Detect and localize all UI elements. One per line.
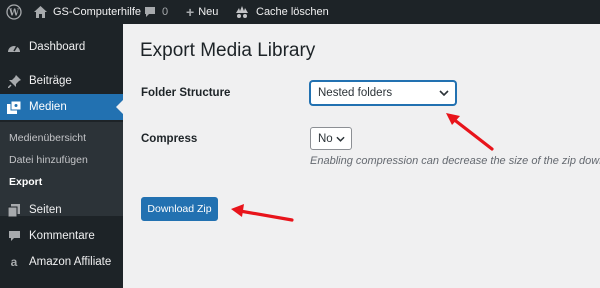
sidebar-item-posts[interactable]: Beiträge: [0, 68, 123, 94]
sidebar-item-pages[interactable]: Seiten: [0, 197, 123, 223]
comments-count: 0: [162, 6, 169, 18]
annotation-arrow-icon: [231, 204, 294, 222]
comment-icon: [7, 229, 21, 243]
folder-structure-label: Folder Structure: [141, 87, 231, 99]
compress-select[interactable]: No: [310, 127, 352, 150]
amazon-icon: a: [10, 255, 18, 269]
new-content-link[interactable]: + Neu: [186, 0, 218, 24]
site-name: GS-Computerhilfe: [53, 6, 142, 18]
home-icon: [34, 6, 47, 18]
dashboard-icon: [7, 40, 21, 54]
sidebar-item-label: Medien: [29, 101, 67, 113]
sidebar-item-label: Beiträge: [29, 75, 72, 87]
chevron-down-icon: [439, 90, 449, 96]
svg-text:W: W: [8, 9, 20, 19]
site-name-link[interactable]: GS-Computerhilfe: [34, 0, 141, 24]
folder-structure-value: Nested folders: [318, 87, 393, 99]
comment-bubble-icon: [144, 6, 156, 18]
compress-label: Compress: [141, 133, 198, 145]
submenu-item-library[interactable]: Medienübersicht: [9, 132, 86, 144]
download-zip-button[interactable]: Download Zip: [141, 197, 218, 221]
folder-structure-select[interactable]: Nested folders: [310, 81, 456, 105]
cache-clear-link[interactable]: Cache löschen: [234, 0, 329, 24]
pages-icon: [7, 203, 21, 217]
chevron-down-icon: [336, 136, 345, 142]
cache-icon: [234, 5, 250, 19]
new-label: Neu: [198, 6, 219, 18]
comments-link[interactable]: 0: [144, 0, 168, 24]
admin-bar: W GS-Computerhilfe 0 + Neu Cache löschen: [0, 0, 600, 24]
sidebar-item-label: Kommentare: [29, 230, 95, 242]
submenu-item-add-file[interactable]: Datei hinzufügen: [9, 154, 88, 166]
compress-description: Enabling compression can decrease the si…: [310, 155, 600, 167]
plus-icon: +: [186, 4, 195, 20]
media-icon: [7, 100, 21, 114]
current-menu-arrow: [116, 100, 123, 114]
pin-icon: [7, 74, 21, 88]
sidebar-item-label: Amazon Affiliate: [29, 256, 112, 268]
annotation-arrow-icon: [446, 113, 494, 151]
sidebar-item-comments[interactable]: Kommentare: [0, 223, 123, 249]
sidebar-item-label: Dashboard: [29, 41, 86, 53]
sidebar-item-dashboard[interactable]: Dashboard: [0, 34, 123, 60]
sidebar-item-label: Seiten: [29, 204, 62, 216]
cache-label: Cache löschen: [256, 6, 329, 18]
page-title: Export Media Library: [140, 40, 316, 61]
sidebar-item-amazon-affiliate[interactable]: a Amazon Affiliate: [0, 249, 123, 275]
wordpress-logo-icon[interactable]: W: [6, 0, 22, 24]
compress-value: No: [318, 132, 333, 145]
submenu-item-export[interactable]: Export: [9, 176, 42, 188]
admin-sidebar: Dashboard Beiträge Medien Medienübersich…: [0, 24, 123, 288]
sidebar-item-media[interactable]: Medien: [0, 94, 123, 120]
